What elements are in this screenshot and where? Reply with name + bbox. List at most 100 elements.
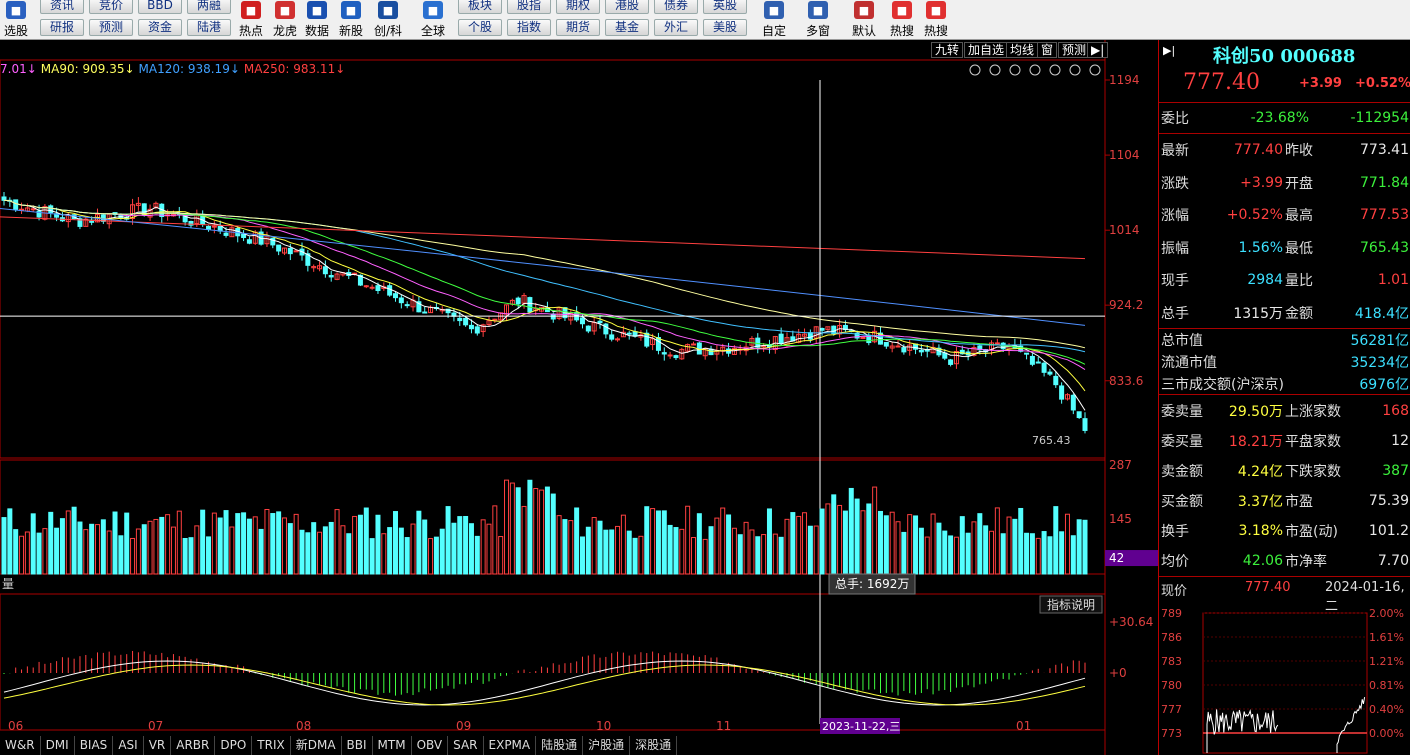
toolbar-new-stock-icon_items_a3[interactable]: ■ 新股	[336, 0, 366, 39]
indicator-tab-15[interactable]: 沪股通	[583, 736, 631, 755]
toolbar-hot-search-icon_items_b4[interactable]: ■ 热搜	[918, 0, 954, 39]
toolbar-btn-b-4-1[interactable]: 外汇	[654, 19, 698, 36]
toolbar-home-icon_items_b2[interactable]: ■ 默认	[846, 0, 882, 39]
toolbar-hot-search-icon_items_b3[interactable]: ■ 热搜	[884, 0, 920, 39]
chart-tab-4[interactable]: 预测	[1058, 42, 1091, 58]
toolbar-chuang-icon_items_a4[interactable]: ■ 创/科	[370, 0, 406, 39]
indicator-tab-4[interactable]: VR	[144, 736, 172, 755]
indicator-explain-button[interactable]: 指标说明	[1039, 595, 1103, 614]
indicator-tab-8[interactable]: 新DMA	[291, 736, 342, 755]
zoom-out-icon[interactable]	[1089, 64, 1101, 76]
x-axis-label: 01	[1016, 719, 1031, 733]
toolbar-btn-b-1-1[interactable]: 指数	[507, 19, 551, 36]
volume-bar	[989, 530, 995, 575]
toolbar-btn-b-0-0[interactable]: 板块	[458, 0, 502, 14]
toolbar-btn-b-0-1[interactable]: 个股	[458, 19, 502, 36]
toolbar-btn-1-0[interactable]: 竞价	[89, 0, 133, 14]
candle-body	[1024, 352, 1030, 355]
collapse-icon[interactable]: ▶|	[1163, 44, 1175, 57]
toolbar-custom-icon_items_b0[interactable]: ■ 自定	[756, 0, 792, 39]
intraday-mini-chart[interactable]: 789 786 783 780 777 773 2.00% 1.61% 1.21% 0.81% 0.…	[1159, 605, 1410, 755]
candle-body	[860, 336, 866, 339]
toolbar-search-left_items0[interactable]: ■ 选股	[0, 0, 32, 39]
indicator-tab-12[interactable]: SAR	[448, 736, 484, 755]
toolbar-dragon-icon_items_a1[interactable]: ■ 龙虎	[270, 0, 300, 39]
quote-label: 上涨家数	[1285, 404, 1341, 420]
undo-icon[interactable]	[1009, 64, 1021, 76]
toolbar-multi-window-icon_items_b1[interactable]: ■ 多窗	[800, 0, 836, 39]
cap-label: 三市成交额(沪深京)	[1161, 377, 1284, 393]
candle-body	[1035, 361, 1041, 364]
volume-bar	[153, 518, 159, 575]
indicator-tab-7[interactable]: TRIX	[252, 736, 291, 755]
quote-value: 771.84	[1360, 174, 1409, 191]
kline-chart-area[interactable]: 1194 1104 1014 924.2 833.6 765.43 287 145 42 量 总手:…	[0, 40, 1158, 755]
kline-chart-svg[interactable]: 1194 1104 1014 924.2 833.6 765.43 287 145 42 量 总手:…	[0, 40, 1158, 755]
toolbar-btn-2-1[interactable]: 资金	[138, 19, 182, 36]
toolbar-btn-0-1[interactable]: 研报	[40, 19, 84, 36]
indicator-tab-5[interactable]: ARBR	[171, 736, 216, 755]
indicator-tab-9[interactable]: BBI	[342, 736, 373, 755]
toolbar-btn-b-4-0[interactable]: 债券	[654, 0, 698, 14]
candle-body	[1047, 371, 1053, 375]
chart-tab-1[interactable]: 加自选	[964, 42, 1009, 58]
zoom-in-icon[interactable]	[1069, 64, 1081, 76]
toolbar-btn-b-2-0[interactable]: 期权	[556, 0, 600, 14]
volume-bar	[1053, 506, 1059, 575]
chart-tab-3[interactable]: 窗	[1037, 42, 1058, 58]
candle-body	[387, 285, 393, 296]
toolbar-btn-b-3-1[interactable]: 基金	[605, 19, 649, 36]
toolbar-btn-b-2-1[interactable]: 期货	[556, 19, 600, 36]
indicator-panel-frame	[0, 593, 1106, 731]
indicator-tab-2[interactable]: BIAS	[75, 736, 114, 755]
toolbar-btn-b-1-0[interactable]: 股指	[507, 0, 551, 14]
candle-body	[615, 338, 621, 341]
lock-icon[interactable]	[1049, 64, 1061, 76]
chart-tab-0[interactable]: 九转	[931, 42, 964, 58]
toolbar-btn-b-3-0[interactable]: 港股	[605, 0, 649, 14]
quote-value: 3.37亿	[1237, 494, 1283, 510]
dragon-icon: ■	[275, 1, 295, 19]
market-cap-row: 流通市值 35234亿	[1159, 351, 1410, 373]
toolbar-btn-b-5-1[interactable]: 美股	[703, 19, 747, 36]
hbt-icon: ■	[241, 1, 261, 19]
scissors-icon[interactable]	[1029, 64, 1041, 76]
toolbar-globe-icon_items_a5[interactable]: ■ 全球	[418, 0, 448, 39]
weibi-value: -23.68%	[1250, 110, 1309, 126]
volume-bar	[299, 529, 305, 575]
indicator-tab-11[interactable]: OBV	[412, 736, 449, 755]
volume-bar	[83, 529, 89, 575]
mini-left-axis-label: 786	[1161, 631, 1182, 644]
toolbar-pe-icon_items_a2[interactable]: ■ 数据	[302, 0, 332, 39]
indicator-tab-14[interactable]: 陆股通	[536, 736, 584, 755]
toolbar-hbt-icon_items_a0[interactable]: ■ 热点	[236, 0, 266, 39]
volume-bar	[357, 514, 363, 575]
eye-icon[interactable]	[969, 64, 981, 76]
volume-bar	[246, 518, 252, 575]
indicator-tab-10[interactable]: MTM	[373, 736, 412, 755]
toolbar-btn-0-0[interactable]: 资讯	[40, 0, 84, 14]
volume-bar	[217, 517, 223, 575]
toolbar-btn-b-5-0[interactable]: 英股	[703, 0, 747, 14]
indicator-tab-1[interactable]: DMI	[41, 736, 75, 755]
quote-row: 委卖量 29.50万 上涨家数 168	[1159, 395, 1410, 427]
indicator-tab-16[interactable]: 深股通	[630, 736, 678, 755]
toolbar-btn-3-0[interactable]: 两融	[187, 0, 231, 14]
toolbar-label: 热搜	[923, 24, 948, 38]
panel-toggle-icon[interactable]: ▶|	[1087, 42, 1109, 58]
toolbar-btn-1-1[interactable]: 预测	[89, 19, 133, 36]
quote-row: 换手 3.18% 市盈(动) 101.2	[1159, 515, 1410, 547]
chart-tab-2[interactable]: 均线	[1006, 42, 1039, 58]
indicator-tab-0[interactable]: W&R	[0, 736, 41, 755]
volume-bar	[837, 504, 843, 575]
quote-value: 3.18%	[1238, 523, 1283, 539]
volume-bar	[112, 511, 118, 575]
x-axis-label: 08	[296, 719, 311, 733]
indicator-tab-3[interactable]: ASI	[113, 736, 144, 755]
hand-icon[interactable]	[989, 64, 1001, 76]
toolbar-btn-3-1[interactable]: 陆港	[187, 19, 231, 36]
indicator-tab-13[interactable]: EXPMA	[484, 736, 537, 755]
indicator-tab-6[interactable]: DPO	[215, 736, 253, 755]
toolbar-btn-2-0[interactable]: BBD	[138, 0, 182, 14]
volume-bar	[772, 533, 778, 575]
